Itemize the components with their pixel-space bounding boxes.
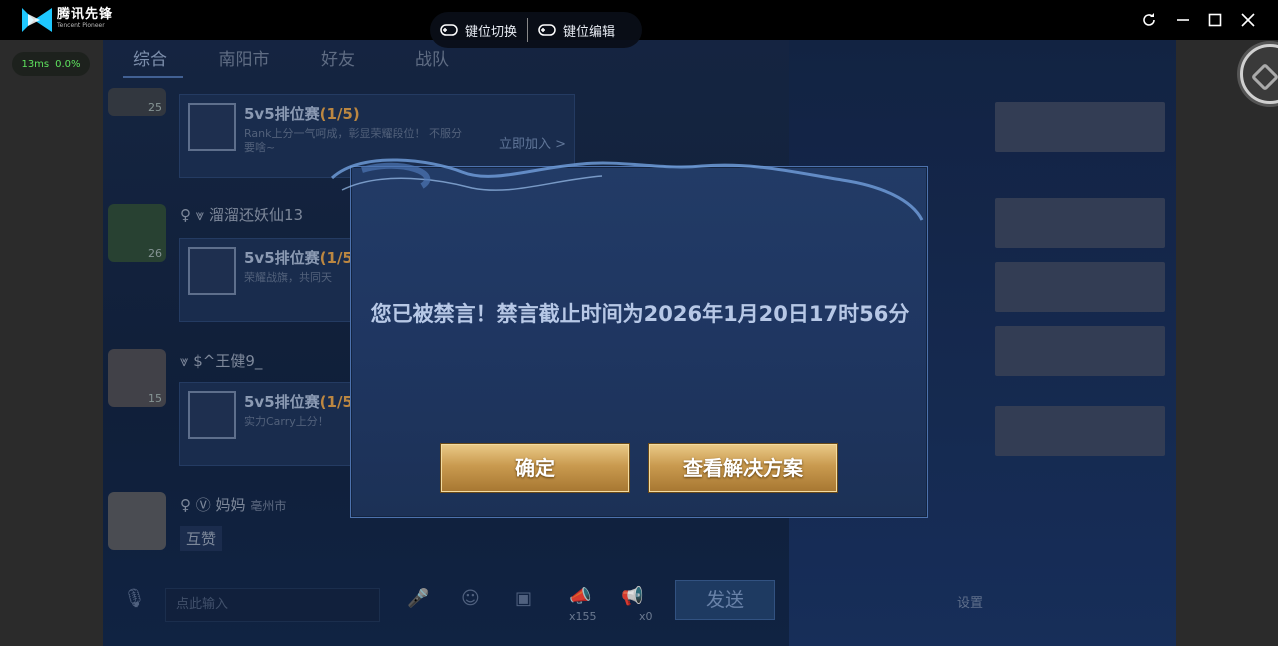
brand-name-en: Tencent Pioneer [57,22,105,29]
brand-text: 腾讯先锋 Tencent Pioneer [57,8,113,29]
refresh-icon [1143,13,1155,26]
maximize-button[interactable] [1205,10,1225,30]
key-switch-button[interactable]: 键位切换 [430,12,527,48]
mute-notice-dialog [350,166,928,518]
gamepad-icon [440,24,458,36]
maximize-icon [1208,13,1222,27]
view-solution-button[interactable]: 查看解决方案 [649,444,837,492]
brand-name: 腾讯先锋 [57,7,114,22]
mute-message: 您已被禁言！禁言截止时间为2026年1月20日17时56分 [370,302,910,326]
close-icon [1241,13,1255,27]
emulator-window: 腾讯先锋 Tencent Pioneer 13ms 0.0% 综合 南阳市 好友… [0,0,1278,646]
right-side-panel [1176,40,1278,646]
tencent-pioneer-logo-icon [22,8,52,32]
confirm-button[interactable]: 确定 [441,444,629,492]
left-side-panel [0,40,103,646]
key-edit-button[interactable]: 键位编辑 [528,12,625,48]
network-status-badge: 13ms 0.0% [12,52,90,76]
key-edit-label: 键位编辑 [563,24,616,40]
loss-value: 0.0% [55,58,81,70]
minimize-button[interactable] [1173,10,1193,30]
refresh-button[interactable] [1139,10,1159,30]
gamepad-icon [538,24,556,36]
key-mapping-toolbar: 键位切换 键位编辑 [430,12,642,48]
ping-value: 13ms [21,58,50,70]
minimize-icon [1177,19,1189,21]
key-switch-label: 键位切换 [465,24,518,40]
close-button[interactable] [1238,10,1258,30]
